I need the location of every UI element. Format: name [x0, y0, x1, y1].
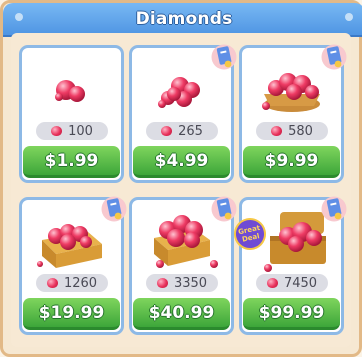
gem-icon — [51, 126, 63, 136]
buy-button-2[interactable]: $4.99 — [133, 146, 230, 178]
amount-pill: 100 — [36, 122, 108, 140]
bonus-card-icon — [321, 44, 347, 70]
gem-icon — [271, 126, 283, 136]
amount-pill: 265 — [146, 122, 218, 140]
buy-button-1[interactable]: $1.99 — [23, 146, 120, 178]
corner-dot — [15, 13, 23, 21]
offer-grid: 100 $1.99 265 $4.99 580 $9.99 1260 $19.9… — [11, 33, 351, 347]
gem-amount: 265 — [178, 123, 203, 139]
bonus-card-icon — [321, 196, 347, 222]
page-title: Diamonds — [135, 9, 233, 29]
offer-card-5[interactable]: 3350 $40.99 — [129, 196, 237, 335]
offer-card-6[interactable]: Great Deal 7450 $99.99 — [231, 196, 347, 335]
gem-icon — [161, 126, 173, 136]
buy-button-3[interactable]: $9.99 — [243, 146, 340, 178]
gem-amount: 3350 — [173, 275, 208, 291]
gem-icon — [46, 278, 58, 288]
amount-pill: 3350 — [146, 274, 218, 292]
price-label: $1.99 — [44, 150, 99, 171]
buy-button-6[interactable]: $99.99 — [243, 298, 340, 330]
price-label: $99.99 — [258, 302, 325, 323]
offer-card-1[interactable]: 100 $1.99 — [19, 45, 124, 183]
gem-amount: 580 — [288, 123, 313, 139]
gem-icon — [156, 278, 168, 288]
amount-pill: 580 — [256, 122, 328, 140]
gem-amount: 1260 — [63, 275, 98, 291]
offer-card-3[interactable]: 580 $9.99 — [239, 44, 347, 183]
price-label: $40.99 — [148, 302, 215, 323]
gem-icon — [266, 278, 278, 288]
bonus-card-icon — [211, 44, 237, 70]
diamond-shop-panel: Diamonds 100 $1.99 265 $4.99 580 $9.99 1… — [0, 0, 362, 357]
price-label: $4.99 — [154, 150, 209, 171]
gem-amount: 100 — [68, 123, 93, 139]
corner-dot — [345, 13, 353, 21]
amount-pill: 1260 — [36, 274, 108, 292]
price-label: $19.99 — [38, 302, 105, 323]
price-label: $9.99 — [264, 150, 319, 171]
buy-button-5[interactable]: $40.99 — [133, 298, 230, 330]
title-bar: Diamonds — [3, 3, 362, 37]
great-deal-label: Great Deal — [237, 223, 261, 244]
offer-card-2[interactable]: 265 $4.99 — [129, 44, 237, 183]
single-gem-pile-icon — [55, 80, 85, 102]
amount-pill: 7450 — [256, 274, 328, 292]
bonus-card-icon — [211, 196, 237, 222]
buy-button-4[interactable]: $19.99 — [23, 298, 120, 330]
bonus-card-icon — [101, 196, 127, 222]
offer-card-4[interactable]: 1260 $19.99 — [19, 196, 127, 335]
gem-amount: 7450 — [283, 275, 318, 291]
